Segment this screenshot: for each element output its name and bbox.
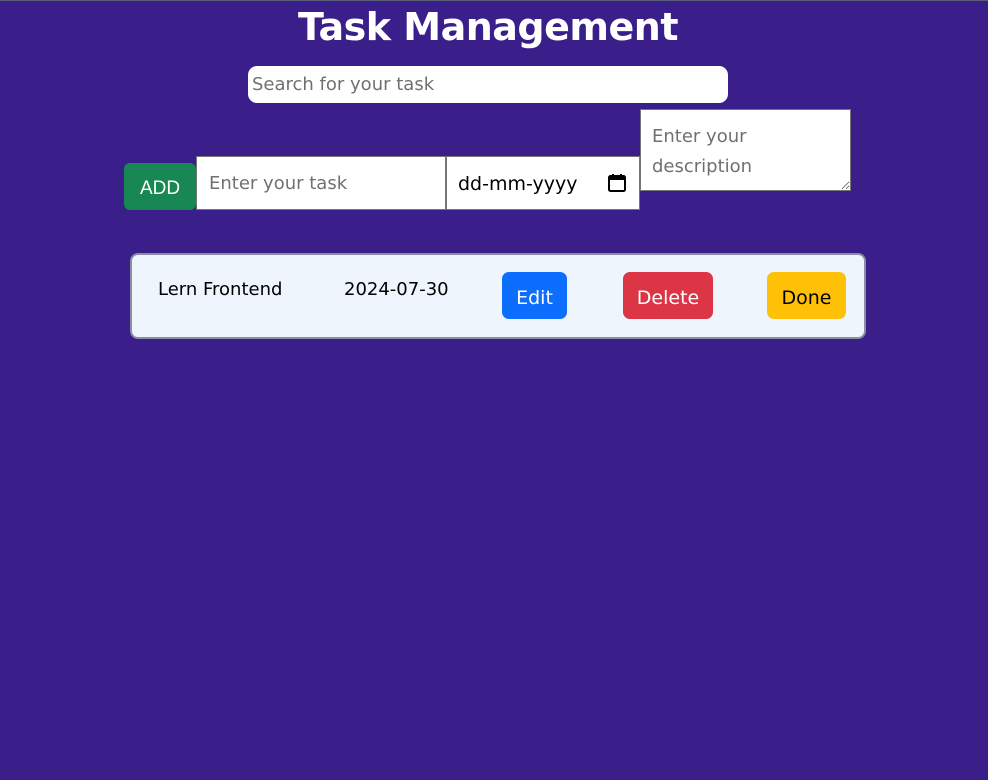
edit-button[interactable]: Edit — [502, 272, 567, 319]
date-placeholder: dd-mm-yyyy — [458, 173, 578, 195]
task-card: Lern Frontend 2024-07-30 Edit Delete Don… — [130, 253, 866, 339]
delete-button[interactable]: Delete — [623, 272, 713, 319]
calendar-icon[interactable] — [607, 173, 627, 193]
page-title: Task Management — [298, 5, 679, 49]
done-button[interactable]: Done — [767, 272, 846, 319]
description-input[interactable] — [640, 109, 851, 191]
task-name: Lern Frontend — [158, 279, 283, 300]
task-date: 2024-07-30 — [344, 279, 449, 300]
task-input[interactable] — [196, 156, 446, 210]
search-input[interactable] — [248, 66, 728, 103]
add-button[interactable]: ADD — [124, 163, 196, 210]
date-input[interactable]: dd-mm-yyyy — [446, 156, 640, 210]
